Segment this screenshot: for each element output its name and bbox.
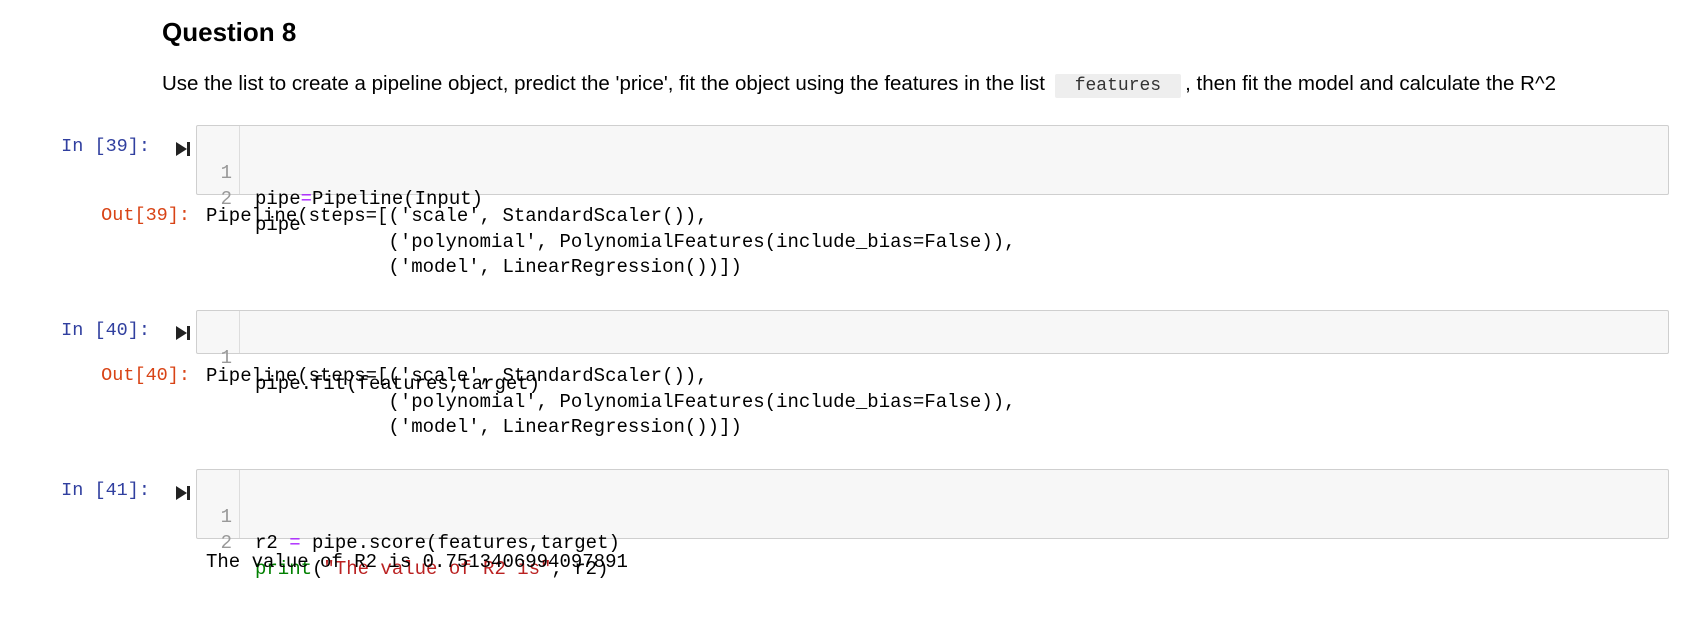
input-prompt-39: In [39]: — [61, 136, 150, 157]
code-line: 1 pipe=Pipeline(Input) — [197, 134, 1668, 210]
run-cell-icon[interactable] — [174, 140, 192, 158]
output-line: ('polynomial', PolynomialFeatures(includ… — [206, 230, 1016, 253]
code-cell-39[interactable]: 1 pipe=Pipeline(Input) 2 pipe — [196, 125, 1669, 236]
instruction-text-before: Use the list to create a pipeline object… — [162, 72, 1045, 95]
input-prompt-40: In [40]: — [61, 320, 150, 341]
input-prompt-41: In [41]: — [61, 480, 150, 501]
question-instruction: Use the list to create a pipeline object… — [162, 70, 1556, 100]
cell-output-39: Pipeline(steps=[('scale', StandardScaler… — [206, 204, 1016, 281]
code-line: 1 pipe.fit(features,target) — [197, 319, 1668, 395]
cell-output-40: Pipeline(steps=[('scale', StandardScaler… — [206, 364, 1016, 441]
output-line: ('model', LinearRegression())]) — [206, 256, 742, 278]
output-prompt-40: Out[40]: — [101, 365, 190, 386]
code-cell-41[interactable]: 1 r2 = pipe.score(features,target) 2 pri… — [196, 469, 1669, 580]
code-line: 2 print("The value of R2 is", r2) — [197, 504, 1668, 580]
output-line: Pipeline(steps=[('scale', StandardScaler… — [206, 365, 708, 387]
output-prompt-39: Out[39]: — [101, 205, 190, 226]
code-cell-40[interactable]: 1 pipe.fit(features,target) — [196, 310, 1669, 395]
run-cell-icon[interactable] — [174, 324, 192, 342]
code-line: 2 pipe — [197, 160, 1668, 236]
inline-code-features: features — [1054, 74, 1182, 98]
output-line: ('model', LinearRegression())]) — [206, 416, 742, 438]
output-line: Pipeline(steps=[('scale', StandardScaler… — [206, 205, 708, 227]
code-line: 1 r2 = pipe.score(features,target) — [197, 478, 1668, 554]
run-cell-icon[interactable] — [174, 484, 192, 502]
instruction-text-after: , then fit the model and calculate the R… — [1185, 72, 1556, 95]
cell-output-41: The value of R2 is 0.7513406994097891 — [206, 550, 628, 576]
output-line: The value of R2 is 0.7513406994097891 — [206, 551, 628, 573]
question-heading: Question 8 — [162, 17, 297, 47]
output-line: ('polynomial', PolynomialFeatures(includ… — [206, 390, 1016, 413]
